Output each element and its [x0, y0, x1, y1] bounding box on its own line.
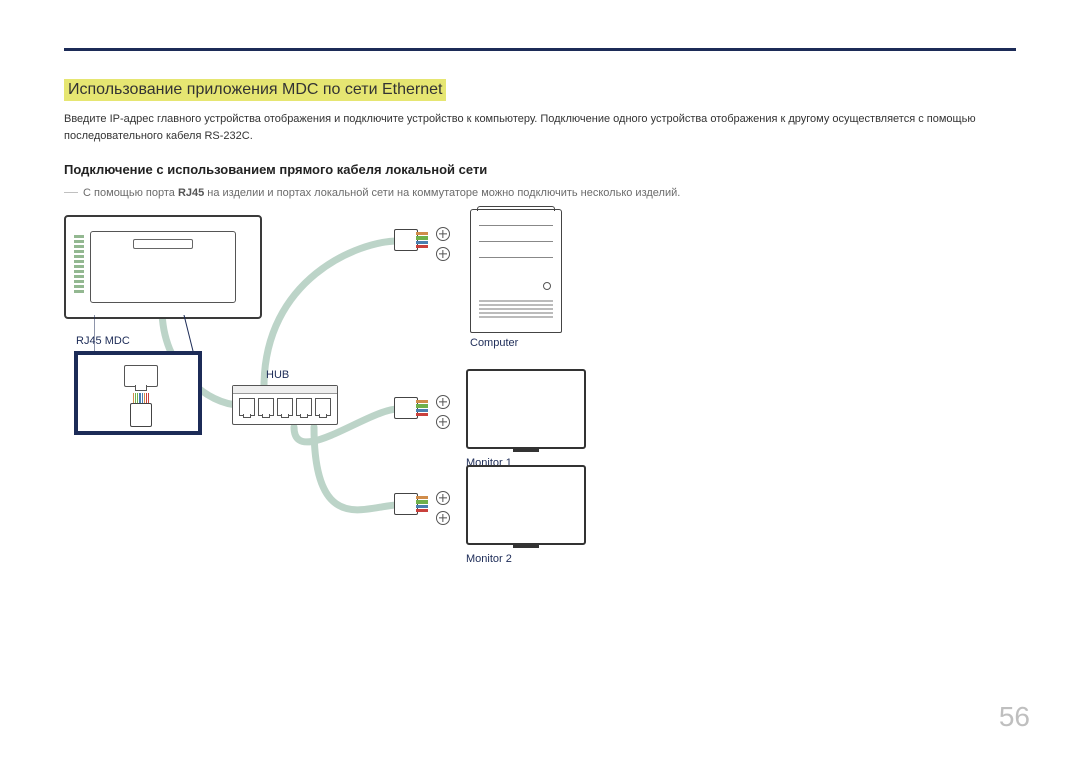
screw-icon — [436, 491, 450, 505]
screw-icon — [436, 511, 450, 525]
monitor-illustration — [466, 369, 586, 449]
connection-diagram: RJ45 MDC HUB — [58, 209, 818, 589]
intro-paragraph: Введите IP-адрес главного устройства ото… — [64, 111, 1016, 144]
display-rear-illustration — [64, 215, 262, 319]
label-computer: Computer — [470, 337, 518, 349]
hub-illustration — [232, 385, 338, 425]
page-number: 56 — [999, 701, 1030, 733]
note-line: ― С помощью порта RJ45 на изделии и порт… — [64, 183, 1016, 199]
note-bold: RJ45 — [178, 187, 204, 199]
label-hub: HUB — [266, 369, 289, 381]
note-before: С помощью порта — [80, 187, 178, 199]
section-heading: Использование приложения MDC по сети Eth… — [64, 79, 446, 101]
computer-illustration — [470, 209, 562, 333]
screw-icon — [436, 395, 450, 409]
label-rj45-mdc: RJ45 MDC — [76, 335, 130, 347]
label-monitor-2: Monitor 2 — [466, 553, 512, 565]
monitor-illustration — [466, 465, 586, 545]
rj45-plug-icon — [394, 229, 428, 251]
screw-icon — [436, 415, 450, 429]
rj45-plug-icon — [394, 493, 428, 515]
screw-icon — [436, 227, 450, 241]
rj45-closeup — [74, 351, 202, 435]
rj45-plug-icon — [130, 393, 152, 427]
note-dash: ― — [64, 183, 78, 199]
top-rule — [64, 48, 1016, 51]
subsection-heading: Подключение с использованием прямого каб… — [64, 162, 1016, 177]
rj45-plug-icon — [394, 397, 428, 419]
screw-icon — [436, 247, 450, 261]
rj45-socket-icon — [124, 365, 158, 387]
note-after: на изделии и портах локальной сети на ко… — [204, 187, 680, 199]
